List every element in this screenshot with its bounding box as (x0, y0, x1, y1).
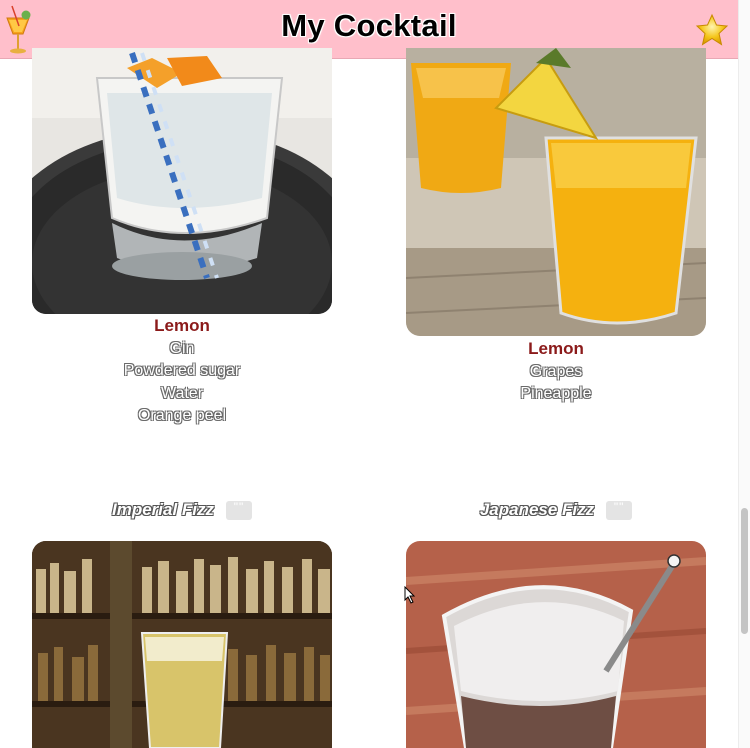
cocktail-name: Imperial Fizz (111, 500, 215, 519)
ingredient-item: Grapes (529, 362, 583, 380)
ingredient-list: Lemon Grapes Pineapple (406, 338, 706, 406)
ingredient-item: Orange peel (137, 407, 227, 424)
favorite-button-label: "" (233, 499, 245, 514)
star-icon[interactable] (695, 13, 729, 47)
scrollbar-thumb[interactable] (741, 508, 748, 634)
cocktail-photo[interactable] (406, 48, 706, 336)
cocktail-name-row: Japanese Fizz "" (406, 498, 706, 522)
base-spirit: Lemon (154, 316, 210, 335)
cocktail-name: Japanese Fizz (479, 500, 595, 519)
page-title: My Cocktail (281, 8, 457, 43)
favorite-button[interactable]: "" (226, 499, 253, 520)
mouse-cursor-icon (404, 586, 416, 604)
scrollbar-track[interactable] (738, 0, 750, 748)
cocktail-photo[interactable] (32, 48, 332, 314)
cocktail-photo[interactable] (32, 541, 332, 748)
favorite-button[interactable]: "" (606, 499, 633, 520)
ingredient-item: Gin (169, 339, 195, 357)
ingredient-item: Water (160, 384, 204, 402)
ingredient-item: Powdered sugar (123, 362, 241, 379)
ingredient-item: Pineapple (520, 385, 592, 402)
base-spirit: Lemon (528, 339, 584, 358)
ingredient-list: Lemon Gin Powdered sugar Water Orange pe… (32, 315, 332, 428)
cocktail-name-row: Imperial Fizz "" (32, 498, 332, 522)
favorite-button-label: "" (613, 499, 625, 514)
cocktail-photo[interactable] (406, 541, 706, 748)
